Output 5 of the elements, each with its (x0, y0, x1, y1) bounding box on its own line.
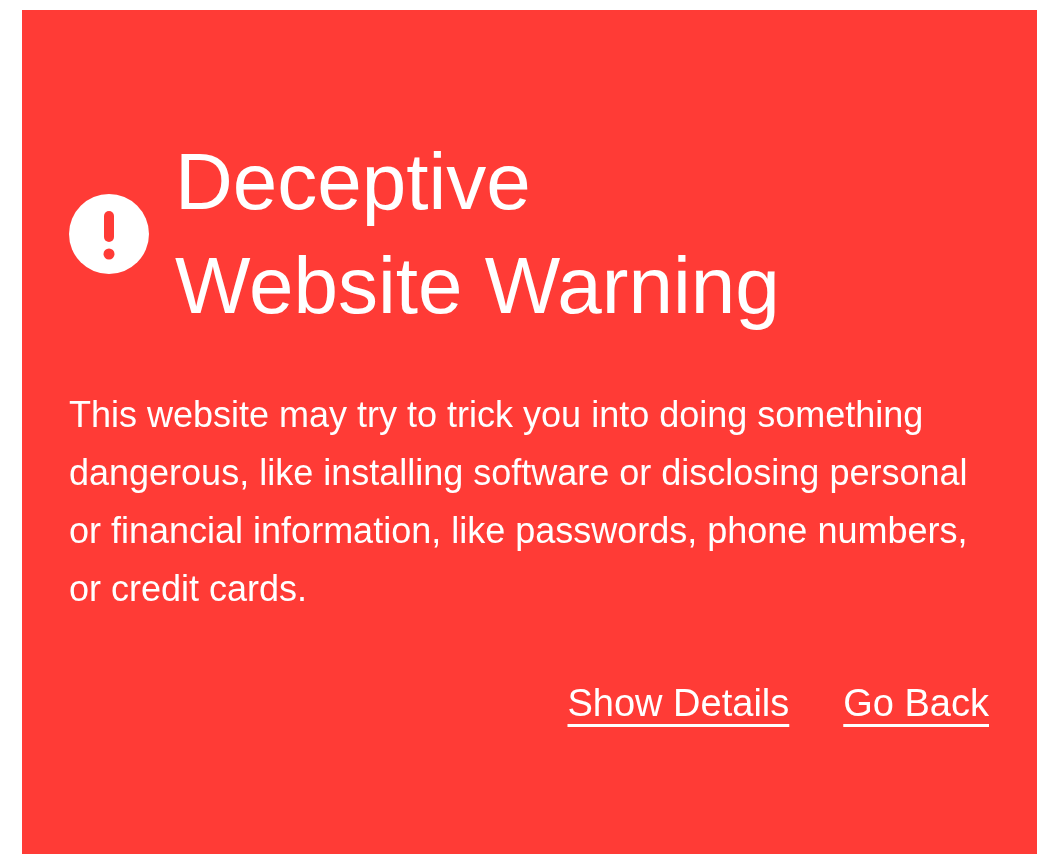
warning-message: This website may try to trick you into doing something dangerous, like installing software or disclosing personal or financial information, like passwords, phone numbers, or credit cards. (69, 393, 969, 611)
link[interactable]: Show Details (567, 682, 790, 725)
link[interactable]: Go Back (843, 682, 989, 725)
exclamation-icon (69, 194, 149, 274)
warning-title: Deceptive Website Warning (175, 136, 781, 332)
